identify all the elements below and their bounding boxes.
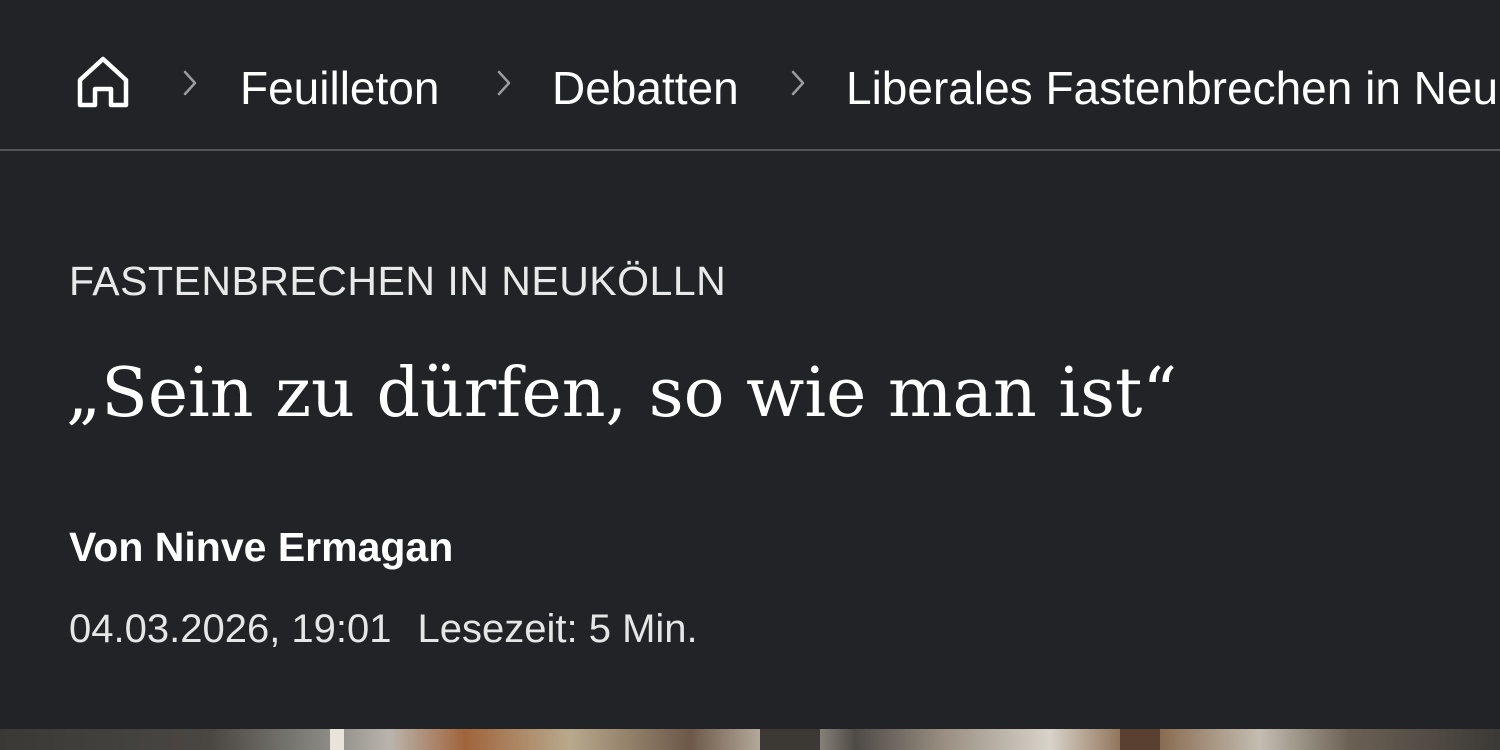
article-kicker: FASTENBRECHEN IN NEUKÖLLN bbox=[69, 258, 727, 304]
article-headline: „Sein zu dürfen, so wie man ist“ bbox=[66, 354, 1178, 433]
article-meta: 04.03.2026, 19:01 Lesezeit: 5 Min. bbox=[69, 604, 698, 654]
publish-date: 04.03.2026, 19:01 bbox=[69, 607, 392, 651]
home-icon[interactable] bbox=[74, 53, 132, 111]
article-author[interactable]: Von Ninve Ermagan bbox=[69, 522, 453, 572]
breadcrumb-item-debatten[interactable]: Debatten bbox=[552, 60, 739, 116]
breadcrumb: Feuilleton Debatten Liberales Fastenbrec… bbox=[0, 0, 1500, 151]
chevron-right-icon bbox=[496, 68, 512, 98]
chevron-right-icon bbox=[182, 68, 198, 98]
chevron-right-icon bbox=[790, 68, 806, 98]
breadcrumb-item-current-article[interactable]: Liberales Fastenbrechen in Neu bbox=[846, 60, 1498, 116]
hero-image[interactable] bbox=[0, 729, 1500, 750]
reading-time: Lesezeit: 5 Min. bbox=[417, 607, 698, 651]
breadcrumb-item-feuilleton[interactable]: Feuilleton bbox=[240, 60, 439, 116]
